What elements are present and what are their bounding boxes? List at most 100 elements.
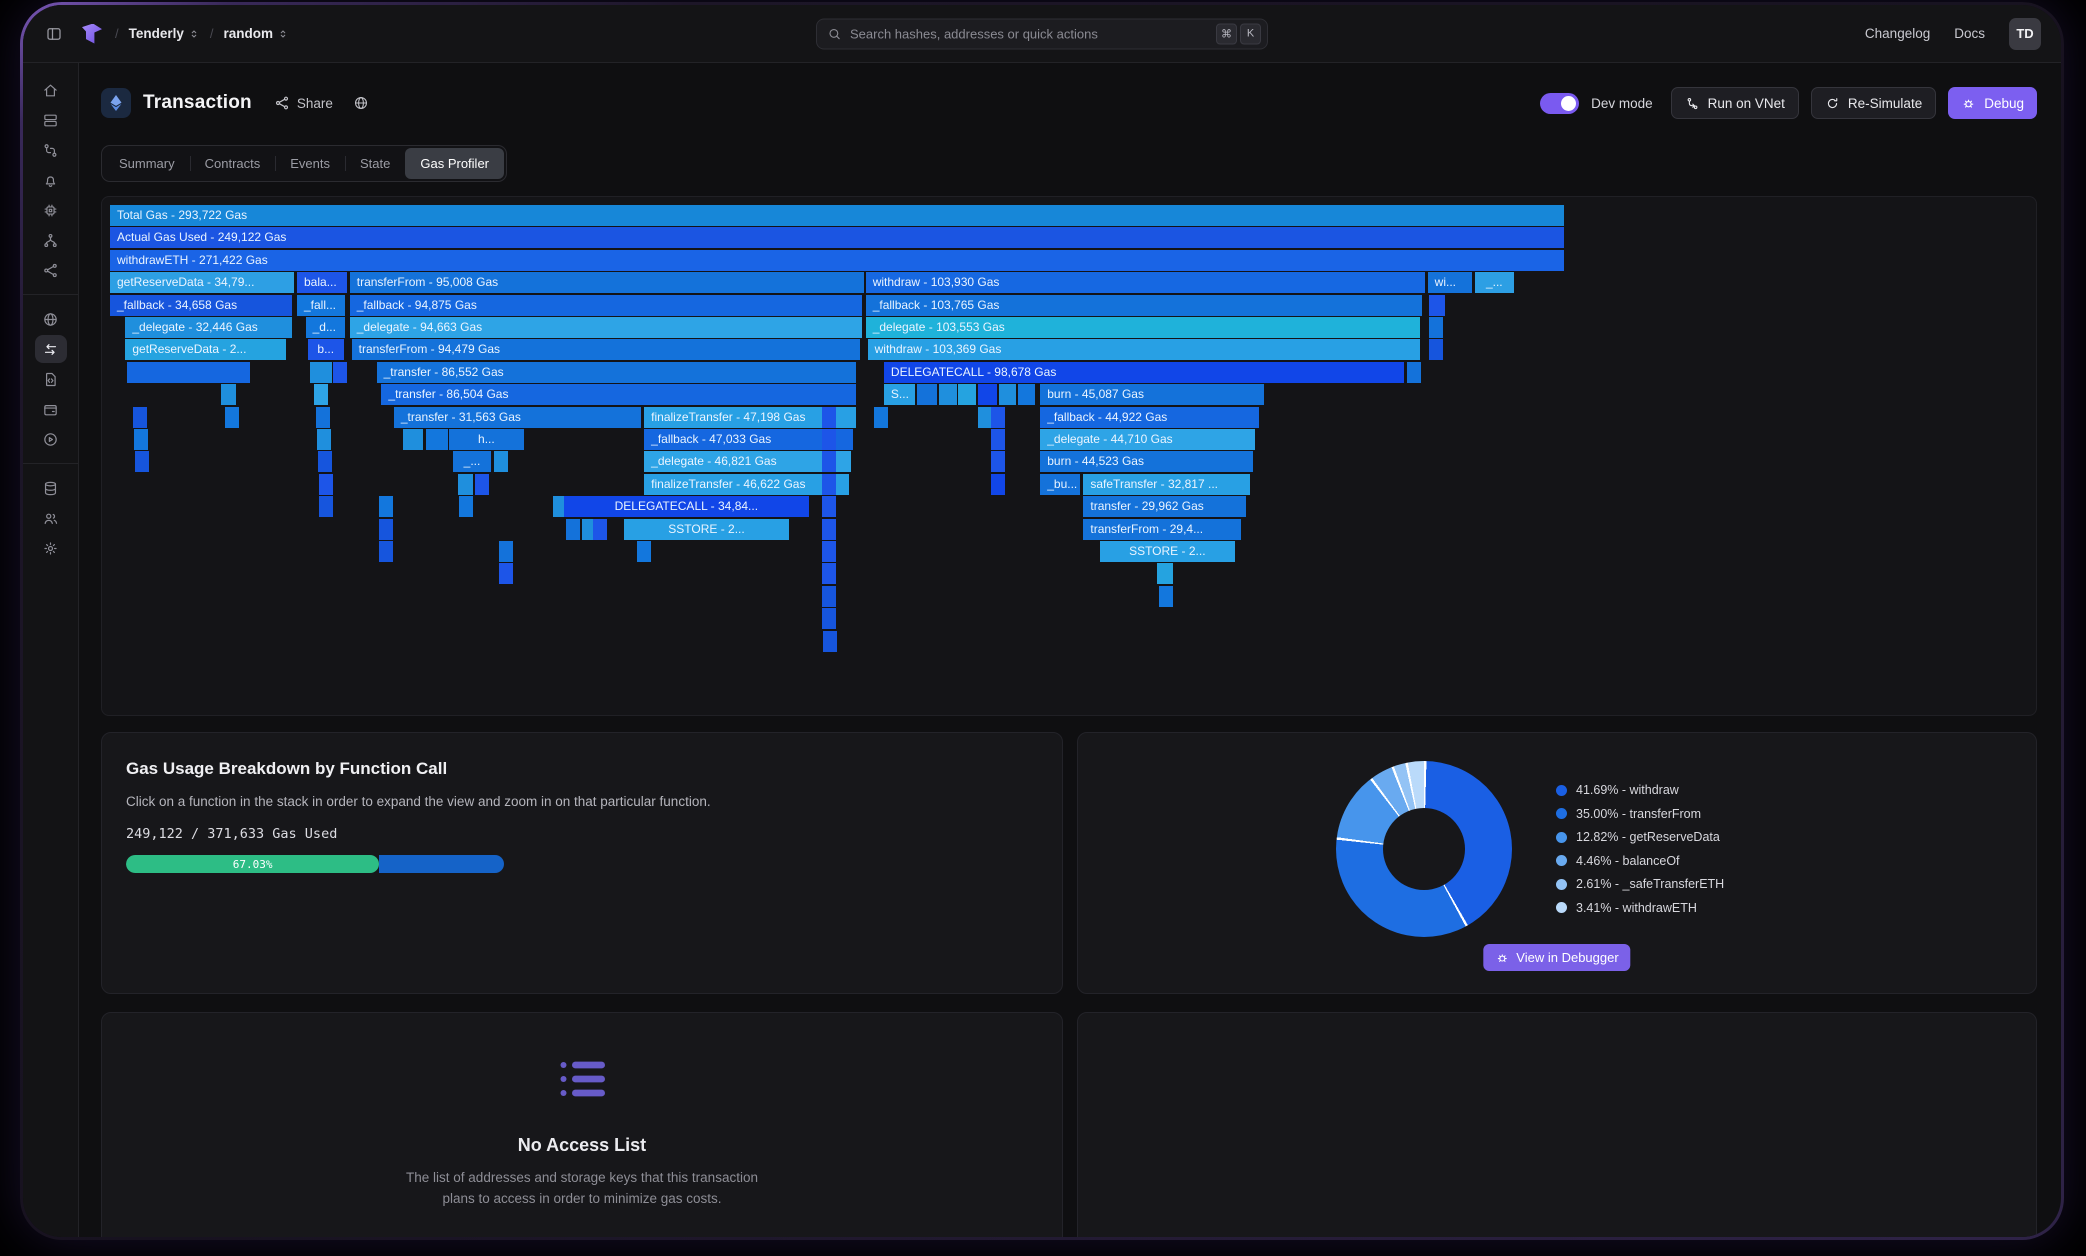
flame-bar[interactable]: [939, 384, 957, 405]
flame-bar[interactable]: [133, 407, 147, 428]
sidebar-item-storage[interactable]: [35, 474, 67, 502]
flame-bar[interactable]: [317, 429, 331, 450]
flame-bar[interactable]: [822, 563, 836, 584]
flame-bar-transferfrom[interactable]: transferFrom - 95,008 Gas: [350, 272, 864, 293]
flame-bar-total[interactable]: Total Gas - 293,722 Gas: [110, 205, 1564, 226]
flame-bar-_delegate[interactable]: _delegate - 103,553 Gas: [866, 317, 1420, 338]
flame-bar-burn[interactable]: burn - 44,523 Gas: [1040, 451, 1253, 472]
flame-bar[interactable]: [127, 362, 250, 383]
flame-bar[interactable]: [1159, 586, 1173, 607]
flame-bar[interactable]: [822, 541, 836, 562]
flame-bar[interactable]: [379, 519, 393, 540]
flame-bar[interactable]: [999, 384, 1016, 405]
flame-bar-withdraweth[interactable]: withdrawETH - 271,422 Gas: [110, 250, 1564, 271]
sidebar-item-transactions-swap[interactable]: [35, 335, 67, 363]
flame-bar-_bu[interactable]: _bu...: [1040, 474, 1080, 495]
flame-bar[interactable]: [499, 541, 513, 562]
sidebar-item-dashboards[interactable]: [35, 106, 67, 134]
flame-bar[interactable]: [499, 563, 513, 584]
flame-bar[interactable]: [1429, 317, 1443, 338]
flame-bar[interactable]: [459, 496, 473, 517]
tab-summary[interactable]: Summary: [104, 148, 190, 179]
sidebar-item-integrations[interactable]: [35, 256, 67, 284]
flame-bar[interactable]: [822, 474, 836, 495]
flame-bar[interactable]: [318, 451, 332, 472]
flame-bar[interactable]: [566, 519, 580, 540]
flame-bar-_[interactable]: _...: [453, 451, 490, 472]
flame-bar[interactable]: [991, 407, 1005, 428]
share-button[interactable]: Share: [274, 95, 333, 111]
tab-contracts[interactable]: Contracts: [190, 148, 276, 179]
sidebar-item-home[interactable]: [35, 76, 67, 104]
flame-bar-getreservedata[interactable]: getReserveData - 34,79...: [110, 272, 294, 293]
flame-bar[interactable]: [958, 384, 976, 405]
flame-bar[interactable]: [134, 429, 148, 450]
sidebar-item-collaborators[interactable]: [35, 504, 67, 532]
flame-bar[interactable]: [822, 519, 836, 540]
flame-bar-transferfrom[interactable]: transferFrom - 29,4...: [1083, 519, 1240, 540]
tenderly-logo[interactable]: [79, 21, 105, 47]
flame-bar[interactable]: [1407, 362, 1421, 383]
flame-bar-_transfer[interactable]: _transfer - 31,563 Gas: [394, 407, 641, 428]
flame-bar-b[interactable]: b...: [308, 339, 344, 360]
flame-bar-getreservedata[interactable]: getReserveData - 2...: [125, 339, 286, 360]
changelog-link[interactable]: Changelog: [1865, 26, 1930, 41]
flame-bar[interactable]: [978, 384, 997, 405]
resimulate-button[interactable]: Re-Simulate: [1811, 87, 1936, 119]
flame-bar-_fallback[interactable]: _fallback - 103,765 Gas: [866, 295, 1422, 316]
flame-bar[interactable]: [822, 496, 836, 517]
flame-bar-_delegate[interactable]: _delegate - 32,446 Gas: [125, 317, 292, 338]
flame-bar[interactable]: [822, 429, 836, 450]
sidebar-item-contracts[interactable]: [35, 365, 67, 393]
docs-link[interactable]: Docs: [1954, 26, 1985, 41]
breadcrumb-item[interactable]: random: [224, 26, 290, 41]
sidebar-item-actions[interactable]: [35, 425, 67, 453]
flame-bar[interactable]: [1429, 339, 1443, 360]
tab-gas-profiler[interactable]: Gas Profiler: [405, 148, 504, 179]
flame-bar-withdraw[interactable]: withdraw - 103,930 Gas: [866, 272, 1425, 293]
flame-bar[interactable]: [319, 496, 333, 517]
flame-bar[interactable]: [475, 474, 489, 495]
flame-bar[interactable]: [917, 384, 936, 405]
flame-bar[interactable]: [1018, 384, 1035, 405]
flame-bar-withdraw[interactable]: withdraw - 103,369 Gas: [868, 339, 1420, 360]
flame-bar[interactable]: [403, 429, 422, 450]
flame-bar[interactable]: [991, 429, 1005, 450]
flame-bar[interactable]: [637, 541, 651, 562]
flame-bar[interactable]: [991, 451, 1005, 472]
flame-bar-finalizetransfer[interactable]: finalizeTransfer - 46,622 Gas: [644, 474, 849, 495]
flame-bar-bala[interactable]: bala...: [297, 272, 347, 293]
flame-bar-delegatecall[interactable]: DELEGATECALL - 34,84...: [564, 496, 810, 517]
flame-bar-burn[interactable]: burn - 45,087 Gas: [1040, 384, 1263, 405]
flame-bar[interactable]: [310, 362, 332, 383]
flame-bar-_d[interactable]: _d...: [306, 317, 345, 338]
flame-bar[interactable]: [593, 519, 607, 540]
flame-bar-_fall[interactable]: _fall...: [297, 295, 345, 316]
search-input[interactable]: Search hashes, addresses or quick action…: [816, 18, 1268, 49]
flame-bar-_delegate[interactable]: _delegate - 44,710 Gas: [1040, 429, 1255, 450]
visibility-globe-button[interactable]: [353, 95, 369, 111]
flame-bar[interactable]: [991, 474, 1005, 495]
flame-bar-_fallback[interactable]: _fallback - 34,658 Gas: [110, 295, 292, 316]
run-on-vnet-button[interactable]: Run on VNet: [1671, 87, 1799, 119]
flame-bar-sstore[interactable]: SSTORE - 2...: [624, 519, 789, 540]
view-in-debugger-button[interactable]: View in Debugger: [1483, 944, 1630, 971]
sidebar-item-alerts[interactable]: [35, 166, 67, 194]
flame-bar[interactable]: [333, 362, 347, 383]
debug-button[interactable]: Debug: [1948, 87, 2037, 119]
flame-bar[interactable]: [426, 429, 448, 450]
flame-bar[interactable]: [221, 384, 235, 405]
sidebar-item-wallets[interactable]: [35, 395, 67, 423]
flame-bar-_transfer[interactable]: _transfer - 86,504 Gas: [381, 384, 856, 405]
flame-bar-h[interactable]: h...: [449, 429, 525, 450]
flame-bar[interactable]: [822, 407, 836, 428]
sidebar-item-simulator[interactable]: [35, 136, 67, 164]
flame-bar-_transfer[interactable]: _transfer - 86,552 Gas: [377, 362, 857, 383]
flame-bar-_fallback[interactable]: _fallback - 44,922 Gas: [1040, 407, 1259, 428]
flame-bar-s[interactable]: S...: [884, 384, 915, 405]
flame-bar[interactable]: [1429, 295, 1445, 316]
flame-bar-transfer[interactable]: transfer - 29,962 Gas: [1083, 496, 1246, 517]
flame-bar[interactable]: [379, 496, 393, 517]
flame-bar[interactable]: [822, 451, 836, 472]
flame-bar-delegatecall[interactable]: DELEGATECALL - 98,678 Gas: [884, 362, 1404, 383]
